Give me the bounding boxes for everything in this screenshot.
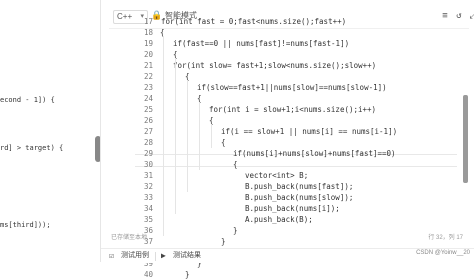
code-editor[interactable]: C++ ▾ 🔒 智能模式 ≡ ↺ ⤢ 17 18 19 20 21 22 23 24 25 26 2… <box>101 0 474 279</box>
line-number: 32 <box>143 182 153 191</box>
reset-icon[interactable]: ↺ <box>453 10 465 22</box>
left-code-fragment: econd - 1]) { <box>0 96 55 104</box>
line-number: 35 <box>143 215 153 224</box>
line-number: 17 <box>143 17 153 26</box>
line-number: 19 <box>143 39 153 48</box>
code-line[interactable]: { <box>233 159 238 170</box>
tab-test-result[interactable]: 测试结果 <box>173 251 201 261</box>
tab-test-case[interactable]: 测试用例 <box>121 251 149 261</box>
code-line[interactable]: if(fast==0 || nums[fast]!=nums[fast-1]) <box>173 38 349 49</box>
line-number: 31 <box>143 171 153 180</box>
code-line[interactable]: if(slow==fast+1||nums[slow]==nums[slow-1… <box>197 82 387 93</box>
left-description-panel: econd - 1]) { rd] > target) { ms[third])… <box>0 0 101 262</box>
line-number: 28 <box>143 138 153 147</box>
code-line[interactable]: for(int fast = 0;fast<nums.size();fast++… <box>161 16 346 27</box>
line-number: 23 <box>143 83 153 92</box>
code-line[interactable]: for(int slow= fast+1;slow<nums.size();sl… <box>173 60 376 71</box>
cursor-position: 行 32，列 17 <box>428 235 463 241</box>
line-number: 21 <box>143 61 153 70</box>
line-number: 29 <box>143 149 153 158</box>
code-line[interactable]: B.push_back(nums[fast]); <box>245 181 353 192</box>
editor-status: 已存储至本地 行 32，列 17 <box>111 232 471 244</box>
line-number: 24 <box>143 94 153 103</box>
left-code-fragment: rd] > target) { <box>0 144 64 152</box>
watermark: CSDN @Yoinw__20 <box>416 250 470 256</box>
indent-guide <box>187 80 188 192</box>
line-number: 34 <box>143 204 153 213</box>
indent-guide <box>211 124 212 148</box>
line-number: 22 <box>143 72 153 81</box>
line-number: 20 <box>143 50 153 59</box>
line-number: 30 <box>143 160 153 169</box>
code-line[interactable]: B.push_back(nums[slow]); <box>245 192 353 203</box>
indent-guide <box>163 36 164 236</box>
format-icon[interactable]: ≡ <box>439 10 451 22</box>
line-number: 18 <box>143 28 153 37</box>
code-line[interactable]: A.push_back(B); <box>245 214 313 225</box>
save-status: 已存储至本地 <box>111 235 148 241</box>
code-line[interactable]: for(int i = slow+1;i<nums.size();i++) <box>209 104 376 115</box>
terminal-icon[interactable]: ▶ <box>161 251 166 261</box>
code-line[interactable]: { <box>221 137 226 148</box>
line-number: 40 <box>143 270 153 279</box>
code-line[interactable]: B.push_back(nums[i]); <box>245 203 340 214</box>
code-line[interactable]: if(nums[i]+nums[slow]+nums[fast]==0) <box>233 148 396 159</box>
line-number: 26 <box>143 116 153 125</box>
code-line[interactable]: if(i == slow+1 || nums[i] == nums[i-1]) <box>221 126 397 137</box>
indent-guide <box>199 102 200 170</box>
fullscreen-icon[interactable]: ⤢ <box>467 10 474 22</box>
editor-scrollbar-thumb[interactable] <box>463 95 468 183</box>
indent-guide <box>175 58 176 214</box>
code-line[interactable]: } <box>185 269 190 280</box>
line-number: 25 <box>143 105 153 114</box>
code-line[interactable]: vector<int> B; <box>245 170 308 181</box>
left-code-fragment: ms[third])); <box>0 221 51 229</box>
line-number: 27 <box>143 127 153 136</box>
tab-separator <box>155 252 156 261</box>
checkbox-icon[interactable]: ☑ <box>109 251 114 261</box>
line-number: 33 <box>143 193 153 202</box>
